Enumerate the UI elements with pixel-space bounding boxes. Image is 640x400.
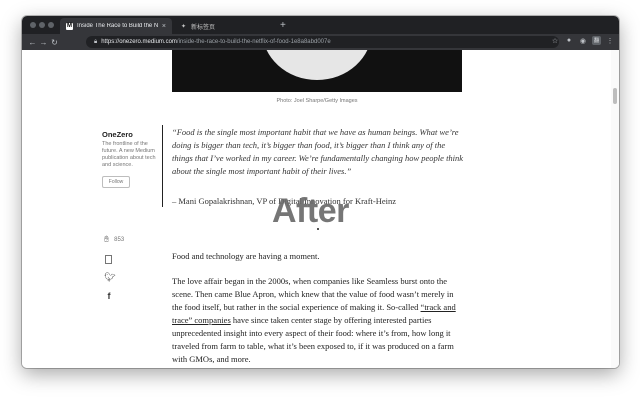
extension-icon[interactable]: ◉ xyxy=(578,37,588,45)
tab-title: 新标签页 xyxy=(191,24,216,31)
clap-count: 853 xyxy=(114,236,125,243)
clap-widget[interactable]: ✋︎ 853 xyxy=(104,234,124,245)
forward-icon[interactable]: → xyxy=(38,38,49,47)
page-content: Photo: Joel Sharpe/Getty Images OneZero … xyxy=(22,50,619,368)
tab-article[interactable]: M Inside The Race to Build the N × xyxy=(60,18,172,34)
new-tab-button[interactable]: + xyxy=(280,19,286,33)
scrollbar[interactable] xyxy=(611,50,619,368)
pull-quote: “Food is the single most important habit… xyxy=(172,127,464,176)
tab-new[interactable]: ✦ 新标签页 xyxy=(174,18,286,34)
hero-image xyxy=(172,50,462,92)
url-path: /inside-the-race-to-build-the-netflix-of… xyxy=(176,39,331,45)
share-rail: ✋︎ 853 🐦︎ f xyxy=(104,234,124,301)
lock-icon: 🔒︎ xyxy=(94,38,98,45)
publication-name[interactable]: OneZero xyxy=(102,130,160,139)
minimize-window-button[interactable] xyxy=(39,22,45,28)
translate-extension-icon[interactable]: 翻 xyxy=(591,36,601,45)
browser-toolbar: ← → ↻ 🔒︎ https://onezero.medium.com /ins… xyxy=(22,34,619,50)
toolbar-actions: ☆ ● ◉ 翻 ⋮ xyxy=(550,36,615,45)
close-tab-icon[interactable]: × xyxy=(162,23,166,30)
tab-title: Inside The Race to Build the N xyxy=(77,23,159,29)
medium-icon: M xyxy=(66,22,73,30)
publication-description: The frontline of the future. A new Mediu… xyxy=(102,141,156,168)
star-icon[interactable]: ☆ xyxy=(550,37,560,45)
reload-icon[interactable]: ↻ xyxy=(49,38,60,47)
back-icon[interactable]: ← xyxy=(27,38,38,47)
address-bar[interactable]: 🔒︎ https://onezero.medium.com /inside-th… xyxy=(86,36,559,48)
url-host: https://onezero.medium.com xyxy=(101,39,177,45)
paragraph: Food and technology are having a moment. xyxy=(172,251,320,261)
twitter-icon[interactable]: 🐦︎ xyxy=(104,272,115,283)
scrollbar-thumb[interactable] xyxy=(613,88,617,104)
title-bar: M Inside The Race to Build the N × ✦ 新标签… xyxy=(22,16,619,34)
after-overlay-label: After xyxy=(272,192,349,230)
quote-rule xyxy=(162,125,163,207)
extension-icon[interactable]: ● xyxy=(564,37,574,44)
browser-window: M Inside The Race to Build the N × ✦ 新标签… xyxy=(22,16,619,368)
puzzle-icon: ✦ xyxy=(180,23,187,30)
facebook-icon[interactable]: f xyxy=(104,291,114,301)
paragraph: The love affair began in the 2000s, when… xyxy=(172,275,464,366)
image-caption: Photo: Joel Sharpe/Getty Images xyxy=(276,98,358,104)
close-window-button[interactable] xyxy=(30,22,36,28)
overlay-dot xyxy=(317,228,319,230)
paragraph-text: The love affair began in the 2000s, when… xyxy=(172,276,454,312)
follow-button[interactable]: Follow xyxy=(102,176,130,188)
maximize-window-button[interactable] xyxy=(48,22,54,28)
menu-icon[interactable]: ⋮ xyxy=(605,37,615,45)
clap-icon[interactable]: ✋︎ xyxy=(104,234,109,245)
publication-sidebar: OneZero The frontline of the future. A n… xyxy=(102,130,160,188)
bookmark-icon[interactable] xyxy=(105,255,112,264)
